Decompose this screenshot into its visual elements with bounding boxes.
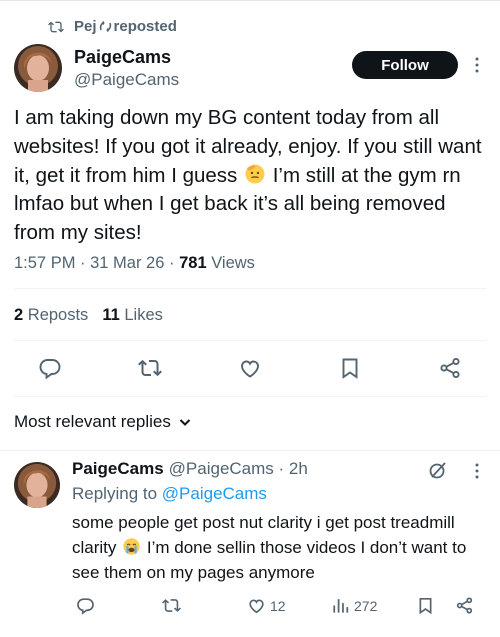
reply-button[interactable] <box>38 356 62 380</box>
divider <box>14 340 486 341</box>
divider <box>14 288 486 289</box>
avatar[interactable] <box>14 44 62 92</box>
tweet-meta: 1:57 PM · 31 Mar 26 · 781 Views <box>14 254 255 272</box>
reply-author-handle[interactable]: @PaigeCams <box>169 459 274 479</box>
views-label: Views <box>211 254 255 272</box>
bookmark-button[interactable] <box>338 356 362 380</box>
like-icon <box>241 360 259 378</box>
reply-avatar[interactable] <box>14 462 60 508</box>
repost-banner[interactable]: Pej reposted <box>48 18 177 35</box>
share-button[interactable] <box>438 356 462 380</box>
share-icon <box>440 357 460 379</box>
reposter-name-text: Pej <box>74 18 97 35</box>
reply-icon <box>39 359 61 380</box>
replying-to: Replying to @PaigeCams <box>72 484 267 504</box>
reply-views-button[interactable]: 272 <box>331 596 377 615</box>
chevron-down-icon <box>179 419 191 426</box>
tweet-text: I am taking down my BG content today fro… <box>14 104 492 248</box>
reply-likes-count: 12 <box>270 597 286 614</box>
replies-sort-dropdown[interactable]: Most relevant replies <box>14 412 192 432</box>
repost-symbol-icon <box>99 21 111 32</box>
reply-views-count: 272 <box>354 597 378 614</box>
reposts-count: 2 <box>14 306 24 324</box>
reply-icon <box>77 598 94 615</box>
reply-header: PaigeCams @PaigeCams · 2h <box>72 459 308 479</box>
reposter-name[interactable]: Pej reposted <box>74 18 177 35</box>
repost-icon <box>48 21 64 32</box>
reposts-label: Reposts <box>27 306 89 324</box>
views-count: 781 <box>179 254 207 272</box>
like-icon <box>249 599 264 614</box>
reply-repost-button[interactable] <box>162 596 181 615</box>
repost-icon <box>138 359 162 377</box>
top-divider <box>0 0 500 1</box>
divider <box>14 396 486 397</box>
views-icon <box>333 599 349 613</box>
likes-label: Likes <box>124 306 163 324</box>
replies-sort-label: Most relevant replies <box>14 412 171 431</box>
repost-icon <box>162 599 181 612</box>
tweet-time[interactable]: 1:57 PM <box>14 254 75 272</box>
likes-stat[interactable]: 11 Likes <box>102 306 163 325</box>
bookmark-icon <box>419 597 432 615</box>
reply-bookmark-button[interactable] <box>416 596 435 615</box>
engagement-stats: 2 Reposts 11 Likes <box>14 306 163 325</box>
reply-like-button[interactable]: 12 <box>247 596 286 615</box>
reposts-stat[interactable]: 2 Reposts <box>14 306 88 325</box>
reply-text: some people get post nut clarity i get p… <box>72 510 492 585</box>
reply-age[interactable]: 2h <box>289 459 308 479</box>
replying-to-label: Replying to <box>72 484 158 503</box>
tweet-date[interactable]: 31 Mar 26 <box>90 254 164 272</box>
bookmark-icon <box>342 358 358 379</box>
grok-icon[interactable] <box>428 460 448 480</box>
follow-button[interactable]: Follow <box>352 51 458 79</box>
reply-dot: · <box>273 459 289 478</box>
reply-author-name[interactable]: PaigeCams <box>72 459 164 479</box>
reply-reply-button[interactable] <box>76 596 95 615</box>
repost-button[interactable] <box>138 356 162 380</box>
crying-face-emoji <box>123 538 140 555</box>
author-handle[interactable]: @PaigeCams <box>74 70 179 90</box>
saluting-face-emoji <box>245 164 265 184</box>
reply-share-button[interactable] <box>455 596 474 615</box>
more-icon[interactable] <box>470 55 484 75</box>
more-icon[interactable] <box>470 462 484 480</box>
like-button[interactable] <box>238 356 262 380</box>
replying-to-handle[interactable]: @PaigeCams <box>162 484 267 503</box>
divider <box>0 450 500 451</box>
reposted-text: reposted <box>113 18 177 35</box>
author-name[interactable]: PaigeCams <box>74 47 171 68</box>
share-icon <box>456 597 473 614</box>
likes-count: 11 <box>102 306 120 324</box>
